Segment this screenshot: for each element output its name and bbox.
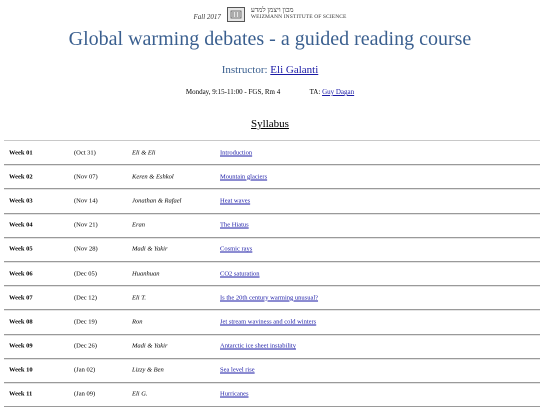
presenter-cell: Madi & Yakir [132,342,168,350]
date-cell: (Nov 28) [74,245,98,253]
table-row: Week 03 (Nov 14) Jonathan & Rafael Heat wav… [4,189,540,214]
week-cell: Week 04 [9,221,33,229]
topic-link[interactable]: Antarctic ice sheet instability [220,343,296,350]
date-cell: (Dec 12) [74,294,97,302]
week-cell: Week 06 [9,270,33,278]
date-cell: (Dec 26) [74,342,97,350]
topic-link[interactable]: Is the 20th century warming unusual? [220,294,318,301]
ta-link[interactable]: Guy Dagan [322,88,354,96]
schedule-text: Monday, 9:15-11:00 - FGS, Rm 4 [185,88,281,96]
date-cell: (Nov 14) [74,197,98,205]
institute-logo-text: מכון ויצמן למדע WEIZMANN INSTITUTE OF SC… [251,7,347,21]
instructor-link[interactable]: Eli Galanti [270,64,318,76]
week-cell: Week 03 [9,197,33,205]
table-row: Week 02 (Nov 07) Keren & Eshkol Mountain gl… [4,165,540,190]
topic-link[interactable]: Cosmic rays [220,246,252,253]
presenter-cell: Huanhuan [132,270,160,278]
table-row: Week 05 (Nov 28) Madi & Yakir Cosmic rays [4,238,540,262]
table-row: Week 11 (Jan 09) Eli G. Hurricanes [4,383,540,407]
table-row: Week 07 (Dec 12) Eli T. Is the 20th century… [4,286,540,311]
date-cell: (Oct 31) [74,149,96,157]
page-header: Fall 2017 מכון ויצמן למדע WEIZMANN INSTI… [0,4,540,24]
date-cell: (Dec 05) [74,270,97,278]
logo-english: WEIZMANN INSTITUTE OF SCIENCE [250,14,347,20]
date-cell: (Dec 19) [74,318,97,326]
week-cell: Week 11 [9,390,33,398]
topic-link[interactable]: The Hiatus [220,222,249,229]
topic-link[interactable]: Mountain glaciers [220,173,267,180]
table-row: Week 06 (Dec 05) Huanhuan CO2 saturation [4,262,540,287]
presenter-cell: Eli & Eli [132,149,156,157]
presenter-cell: Eli G. [132,390,148,398]
table-row: Week 04 (Nov 21) Eran The Hiatus [4,214,540,238]
topic-link[interactable]: Introduction [220,149,252,156]
syllabus-heading: Syllabus [251,118,289,130]
week-cell: Week 05 [9,245,33,253]
topic-link[interactable]: Hurricanes [220,391,249,398]
schedule-line: Monday, 9:15-11:00 - FGS, Rm 4 TA: Guy D… [0,88,540,96]
table-row: Week 10 (Jan 02) Lizzy & Ben Sea level rise [4,359,540,383]
presenter-cell: Eli T. [132,294,146,302]
topic-link[interactable]: Heat waves [220,197,250,204]
presenter-cell: Madi & Yakir [132,245,168,253]
week-cell: Week 07 [9,294,33,302]
date-cell: (Jan 02) [74,366,96,374]
topic-link[interactable]: CO2 saturation [220,270,260,277]
topic-link[interactable]: Jet stream waviness and cold winters [220,318,316,325]
instructor-label: Instructor: [221,64,268,76]
logo-hebrew: מכון ויצמן למדע [250,6,294,14]
week-cell: Week 10 [9,366,33,374]
topic-link[interactable]: Sea level rise [220,367,255,374]
date-cell: (Nov 21) [74,221,98,229]
presenter-cell: Ron [132,318,143,326]
week-cell: Week 09 [9,342,33,350]
week-cell: Week 08 [9,318,33,326]
weizmann-logo-icon [226,6,245,22]
page-title: Global warming debates - a guided readin… [68,28,472,50]
syllabus-table: Week 01 (Oct 31) Eli & Eli Introduction Week… [4,140,540,407]
date-cell: (Nov 07) [74,173,98,181]
week-cell: Week 01 [9,149,33,157]
table-row: Week 09 (Dec 26) Madi & Yakir Antarctic ice… [4,335,540,359]
presenter-cell: Eran [132,221,145,229]
term-label: Fall 2017 [193,13,221,21]
table-row: Week 01 (Oct 31) Eli & Eli Introduction [4,141,540,166]
presenter-cell: Jonathan & Rafael [132,197,182,205]
instructor-line: Instructor: Eli Galanti [0,64,540,76]
presenter-cell: Keren & Eshkol [132,173,174,181]
week-cell: Week 02 [9,173,33,181]
ta-label: TA: [309,88,321,96]
table-row: Week 08 (Dec 19) Ron Jet stream waviness an… [4,310,540,335]
presenter-cell: Lizzy & Ben [132,366,164,374]
date-cell: (Jan 09) [74,390,96,398]
